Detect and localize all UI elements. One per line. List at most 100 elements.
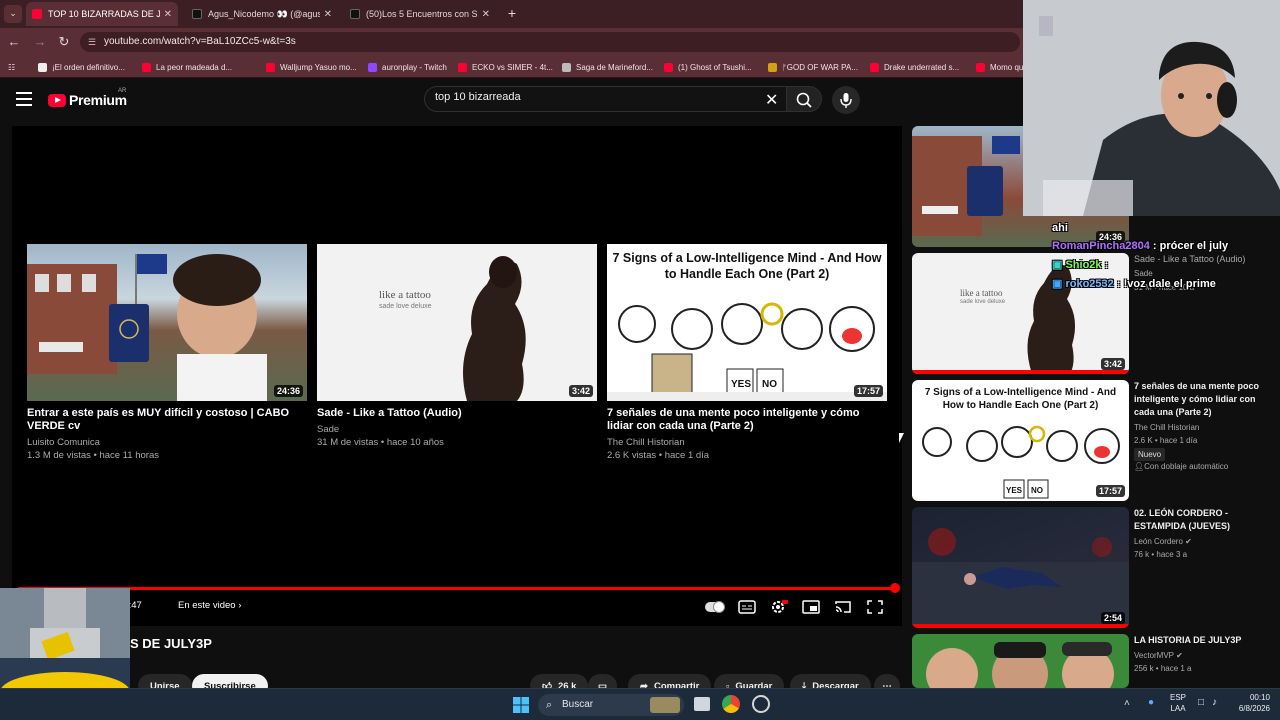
tab-search-chevron-icon[interactable]: ⌄ [4,5,22,23]
channel-name: León Cordero [1134,537,1183,546]
chat-text: ahi [1052,222,1068,234]
channel-name[interactable]: The Chill Historian [1134,421,1199,434]
endcard-video[interactable]: 7 Signs of a Low-Intelligence Mind - And… [607,244,887,462]
video-duration: 17:57 [1095,485,1125,497]
bookmark-item[interactable]: ECKO vs SIMER - 4t... [458,59,553,75]
tab-current[interactable]: TOP 10 BIZARRADAS DE JULY3P ✕ [26,2,178,26]
tab-tiktok-encuentros[interactable]: (50)Los 5 Encuentros con Sam ✕ [344,2,496,26]
video-thumbnail[interactable]: 7 Signs of a Low-Intelligence Mind - And… [607,244,887,401]
chat-badge-icon: ▣ [1052,278,1063,290]
video-thumbnail[interactable]: like a tattoo sade love deluxe 3:42 [317,244,597,401]
settings-gear-icon[interactable] [770,600,788,614]
bookmark-label: auronplay - Twitch [382,62,447,72]
bookmark-item[interactable]: Momo qu [976,59,1023,75]
endcard-video[interactable]: like a tattoo sade love deluxe 3:42 Sade… [317,244,597,449]
bookmark-item[interactable]: auronplay - Twitch [368,59,447,75]
channel-name[interactable]: The Chill Historian [607,436,887,449]
bookmark-item[interactable]: Saga de Marineford... [562,59,653,75]
network-icon[interactable]: □ [1198,697,1204,708]
album-art-subtext: sade love deluxe [960,299,1006,305]
sidebar-video-thumbnail[interactable]: 2:54 [912,507,1129,628]
windows-start-icon[interactable] [512,696,530,714]
thumbnail-text: 7 Signs of a Low-Intelligence Mind - And… [924,387,1117,411]
endcard-video[interactable]: 24:36 Entrar a este país es MUY difícil … [27,244,307,462]
svg-text:NO: NO [1031,486,1043,495]
bookmark-item[interactable]: Walljump Yasuo mo... [266,59,357,75]
search-button[interactable] [786,86,822,112]
close-tab-icon[interactable]: ✕ [324,9,332,20]
sidebar-video-title[interactable]: LA HISTORIA DE JULY3P [1134,634,1264,647]
chapters-button[interactable]: En este video › [178,600,241,611]
subtitles-icon[interactable] [738,600,756,614]
search-highlight-image [650,697,680,713]
miniplayer-icon[interactable] [802,600,820,614]
sidebar-video-title[interactable]: 7 señales de una mente poco inteligente … [1134,380,1264,419]
tray-overflow-icon[interactable]: ˄ [1124,698,1130,709]
language-indicator[interactable]: ESP LAA [1170,692,1186,714]
volume-icon[interactable]: ♪ [1212,697,1217,708]
back-icon[interactable]: ← [6,34,22,50]
video-meta: 2.6 K • hace 1 día [1134,436,1198,445]
reload-icon[interactable]: ↻ [56,34,72,50]
youtube-premium-logo[interactable]: Premium AR [48,88,127,110]
thumbnail-art [27,254,267,401]
channel-name[interactable]: Luisito Comunica [27,436,307,449]
webcam-overlay [1023,0,1280,216]
cast-icon[interactable] [834,600,852,614]
verified-icon: ✔ [1176,651,1183,660]
fullscreen-icon[interactable] [866,600,884,614]
new-tab-icon[interactable]: + [504,5,520,21]
channel-row[interactable]: VectorMVP ✔ [1134,649,1183,662]
tray-app-icon[interactable]: ● [1148,697,1154,708]
chrome-icon[interactable] [722,695,740,713]
site-info-icon[interactable]: ☰ [88,32,96,52]
bookmark-item[interactable]: ᚠGOD OF WAR PA... [768,59,858,75]
apps-grid-icon[interactable]: ☷ [8,59,15,75]
task-view-icon[interactable] [694,697,710,711]
twitch-favicon-icon [368,62,377,72]
video-title[interactable]: Entrar a este país es MUY difícil y cost… [27,407,307,433]
chat-text: : prócer el july [1152,240,1229,252]
youtube-favicon-icon [142,62,151,72]
bookmark-label: ¡El orden definitivo... [52,62,125,72]
forward-icon[interactable]: → [32,34,48,50]
channel-row[interactable]: León Cordero ✔ [1134,535,1192,548]
progress-scrubber[interactable] [890,583,900,593]
clear-search-icon[interactable]: ✕ [765,90,778,110]
video-duration: 17:57 [853,385,883,397]
bookmark-label: ECKO vs SIMER - 4t... [472,62,553,72]
clock[interactable]: 00:10 6/8/2026 [1234,692,1270,714]
thumbnail-art [912,528,1129,628]
bookmark-item[interactable]: Drake underrated s... [870,59,959,75]
search-input[interactable] [435,91,755,103]
thumbnail-art [926,642,1114,688]
video-title[interactable]: Sade - Like a Tattoo (Audio) [317,407,597,420]
tab-tiktok-agus[interactable]: Agus_Nicodemo 👀 (@agus ✕ [186,2,338,26]
autoplay-toggle[interactable] [705,600,725,614]
logo-text: Premium [69,92,127,108]
hamburger-menu-icon[interactable] [16,92,32,106]
address-bar[interactable]: ☰ youtube.com/watch?v=BaL10ZCc5-w&t=3s [80,32,1020,52]
progress-bar[interactable] [18,587,896,590]
obs-icon[interactable] [752,695,770,713]
bookmark-item[interactable]: (1) Ghost of Tsushi... [664,59,752,75]
chat-message: RomanPincha2804 : prócer el july [1052,240,1280,252]
video-player[interactable]: 24:36 Entrar a este país es MUY difícil … [12,126,902,626]
close-tab-icon[interactable]: ✕ [164,9,172,20]
tiktok-favicon-icon [350,9,360,19]
bookmark-item[interactable]: ¡El orden definitivo... [38,59,125,75]
url-text: youtube.com/watch?v=BaL10ZCc5-w&t=3s [104,36,296,47]
close-tab-icon[interactable]: ✕ [482,9,490,20]
sidebar-video-title[interactable]: 02. LEÓN CORDERO - ESTAMPIDA (JUEVES) [1134,507,1264,533]
voice-search-button[interactable] [832,86,860,114]
sidebar-video-thumbnail[interactable] [912,634,1129,688]
chat-message: ahi [1052,222,1280,234]
taskbar-search[interactable]: ⌕ Buscar [538,694,684,716]
video-title[interactable]: 7 señales de una mente poco inteligente … [607,407,887,433]
video-thumbnail[interactable]: 24:36 [27,244,307,401]
chat-message: ▣ Shio2k : [1052,258,1280,271]
video-meta: 2.6 K vistas • hace 1 día [607,450,710,461]
bookmark-item[interactable]: La peor madeada d... [142,59,232,75]
channel-name[interactable]: Sade [317,423,597,436]
sidebar-video-thumbnail[interactable]: 7 Signs of a Low-Intelligence Mind - And… [912,380,1129,501]
